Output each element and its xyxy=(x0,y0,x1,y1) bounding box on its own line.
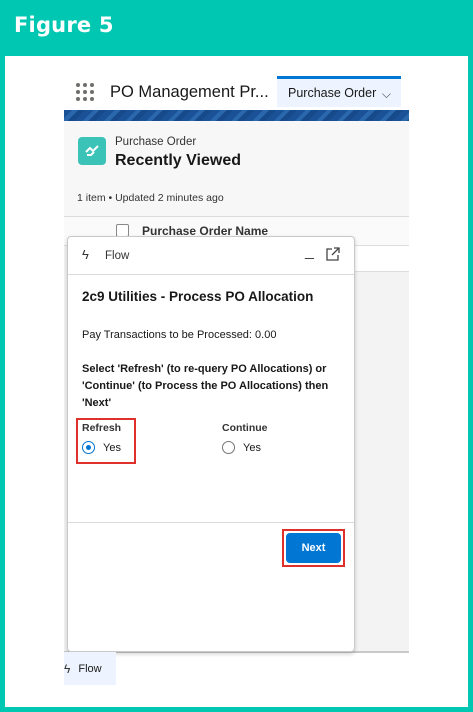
flow-footer-divider xyxy=(68,522,354,523)
flow-header: ϟ Flow _ xyxy=(68,237,354,275)
object-label: Purchase Order xyxy=(115,136,197,148)
refresh-radio-group: Refresh Yes xyxy=(82,422,121,454)
next-button[interactable]: Next xyxy=(286,533,341,563)
continue-yes-label[interactable]: Yes xyxy=(243,442,261,454)
lightning-bolt-icon: ϟ xyxy=(64,661,71,676)
pay-transactions-text: Pay Transactions to be Processed: 0.00 xyxy=(82,329,277,341)
chevron-down-icon[interactable]: ⌵ xyxy=(382,87,391,102)
figure-title: Figure 5 xyxy=(14,13,114,37)
minimize-icon[interactable]: _ xyxy=(305,243,314,261)
nav-tab-label: Purchase Order xyxy=(288,86,377,100)
continue-yes-option[interactable]: Yes xyxy=(222,441,268,454)
header-banner xyxy=(64,110,409,121)
flow-title: 2c9 Utilities - Process PO Allocation xyxy=(82,289,314,304)
utility-bar-flow[interactable]: ϟ Flow xyxy=(64,652,116,685)
flow-modal: ϟ Flow _ 2c9 Utilities - Process PO Allo… xyxy=(67,236,355,652)
continue-radio-group: Continue Yes xyxy=(222,422,268,454)
refresh-yes-radio[interactable] xyxy=(82,441,95,454)
refresh-label: Refresh xyxy=(82,422,122,434)
lightning-bolt-icon: ϟ xyxy=(82,247,89,262)
pop-out-icon[interactable] xyxy=(326,247,340,261)
flow-instructions: Select 'Refresh' (to re-query PO Allocat… xyxy=(82,363,329,409)
nav-tab-purchase-order[interactable]: Purchase Order ⌵ xyxy=(277,76,401,107)
app-header: PO Management Pr... Purchase Order ⌵ xyxy=(64,74,409,110)
list-view-title[interactable]: Recently Viewed xyxy=(115,152,241,170)
continue-yes-radio[interactable] xyxy=(222,441,235,454)
flow-header-label: Flow xyxy=(105,250,130,262)
table-row xyxy=(354,246,409,272)
refresh-yes-option[interactable]: Yes xyxy=(82,441,121,454)
utility-flow-label: Flow xyxy=(78,662,102,675)
purchase-order-object-icon xyxy=(78,137,106,165)
app-name: PO Management Pr... xyxy=(110,83,269,101)
list-meta: 1 item • Updated 2 minutes ago xyxy=(77,192,224,204)
app-launcher-icon[interactable] xyxy=(76,83,94,101)
continue-label: Continue xyxy=(222,422,268,434)
refresh-yes-label[interactable]: Yes xyxy=(103,442,121,454)
